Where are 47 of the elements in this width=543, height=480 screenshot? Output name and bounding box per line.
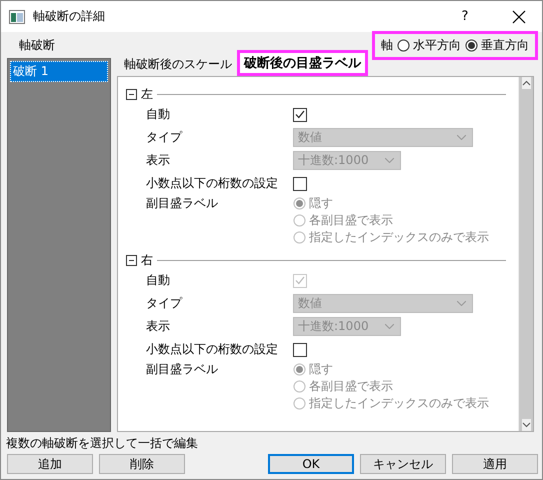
chevron-down-icon xyxy=(457,301,466,306)
tab[interactable]: 破断後の目盛ラベル xyxy=(237,50,368,76)
window-title: 軸破断の詳細 xyxy=(33,8,106,25)
help-button[interactable]: ? xyxy=(442,1,488,32)
dialog-button[interactable]: 削除 xyxy=(99,454,185,474)
checkbox[interactable] xyxy=(293,342,307,356)
field-label: 表示 xyxy=(146,318,171,335)
checkbox[interactable] xyxy=(293,176,307,190)
radio-label: 各副目盛で表示 xyxy=(309,212,393,228)
radio-label: 指定したインデックスのみで表示 xyxy=(309,394,489,412)
field-label: 小数点以下の桁数の設定 xyxy=(146,175,279,192)
section-title: 左 xyxy=(141,86,153,102)
radio-label: 垂直方向 xyxy=(481,36,529,54)
field-label: 副目盛ラベル xyxy=(146,361,219,378)
app-icon xyxy=(9,10,25,24)
field-label: 自動 xyxy=(146,106,171,123)
field-label: 小数点以下の桁数の設定 xyxy=(146,341,279,358)
radio-button[interactable] xyxy=(397,38,410,52)
break-list-item[interactable]: 破断 1 xyxy=(10,61,108,82)
field-label: タイプ xyxy=(146,129,184,146)
scroll-up-icon[interactable] xyxy=(522,77,530,89)
field-label: 副目盛ラベル xyxy=(146,195,219,212)
field-label: 自動 xyxy=(146,272,171,289)
collapse-icon[interactable] xyxy=(126,88,137,100)
dialog-button[interactable]: 適用 xyxy=(452,454,538,474)
hint-text: 複数の軸破断を選択して一括で編集 xyxy=(5,435,199,452)
radio-label: 水平方向 xyxy=(413,36,461,54)
chevron-down-icon xyxy=(457,135,466,140)
radio-label: 各副目盛で表示 xyxy=(309,378,393,394)
radio-button[interactable] xyxy=(465,38,478,52)
section-title: 右 xyxy=(141,252,153,268)
field-label: タイプ xyxy=(146,295,184,312)
dialog-button[interactable]: 追加 xyxy=(7,454,93,474)
axis-label: 軸 xyxy=(381,36,393,54)
chevron-down-icon xyxy=(385,324,394,329)
close-icon[interactable] xyxy=(512,10,526,24)
field-label: 表示 xyxy=(146,152,171,169)
checkbox[interactable] xyxy=(293,108,307,122)
radio-label: 指定したインデックスのみで表示 xyxy=(309,228,489,246)
panel-label: 軸破断 xyxy=(19,36,55,54)
scroll-down-icon[interactable] xyxy=(522,419,530,431)
radio-label: 隠す xyxy=(309,360,333,378)
dialog-button[interactable]: OK xyxy=(268,454,354,474)
radio-label: 隠す xyxy=(309,194,333,212)
dialog-button[interactable]: キャンセル xyxy=(360,454,446,474)
collapse-icon[interactable] xyxy=(126,254,137,266)
chevron-down-icon xyxy=(385,158,394,163)
